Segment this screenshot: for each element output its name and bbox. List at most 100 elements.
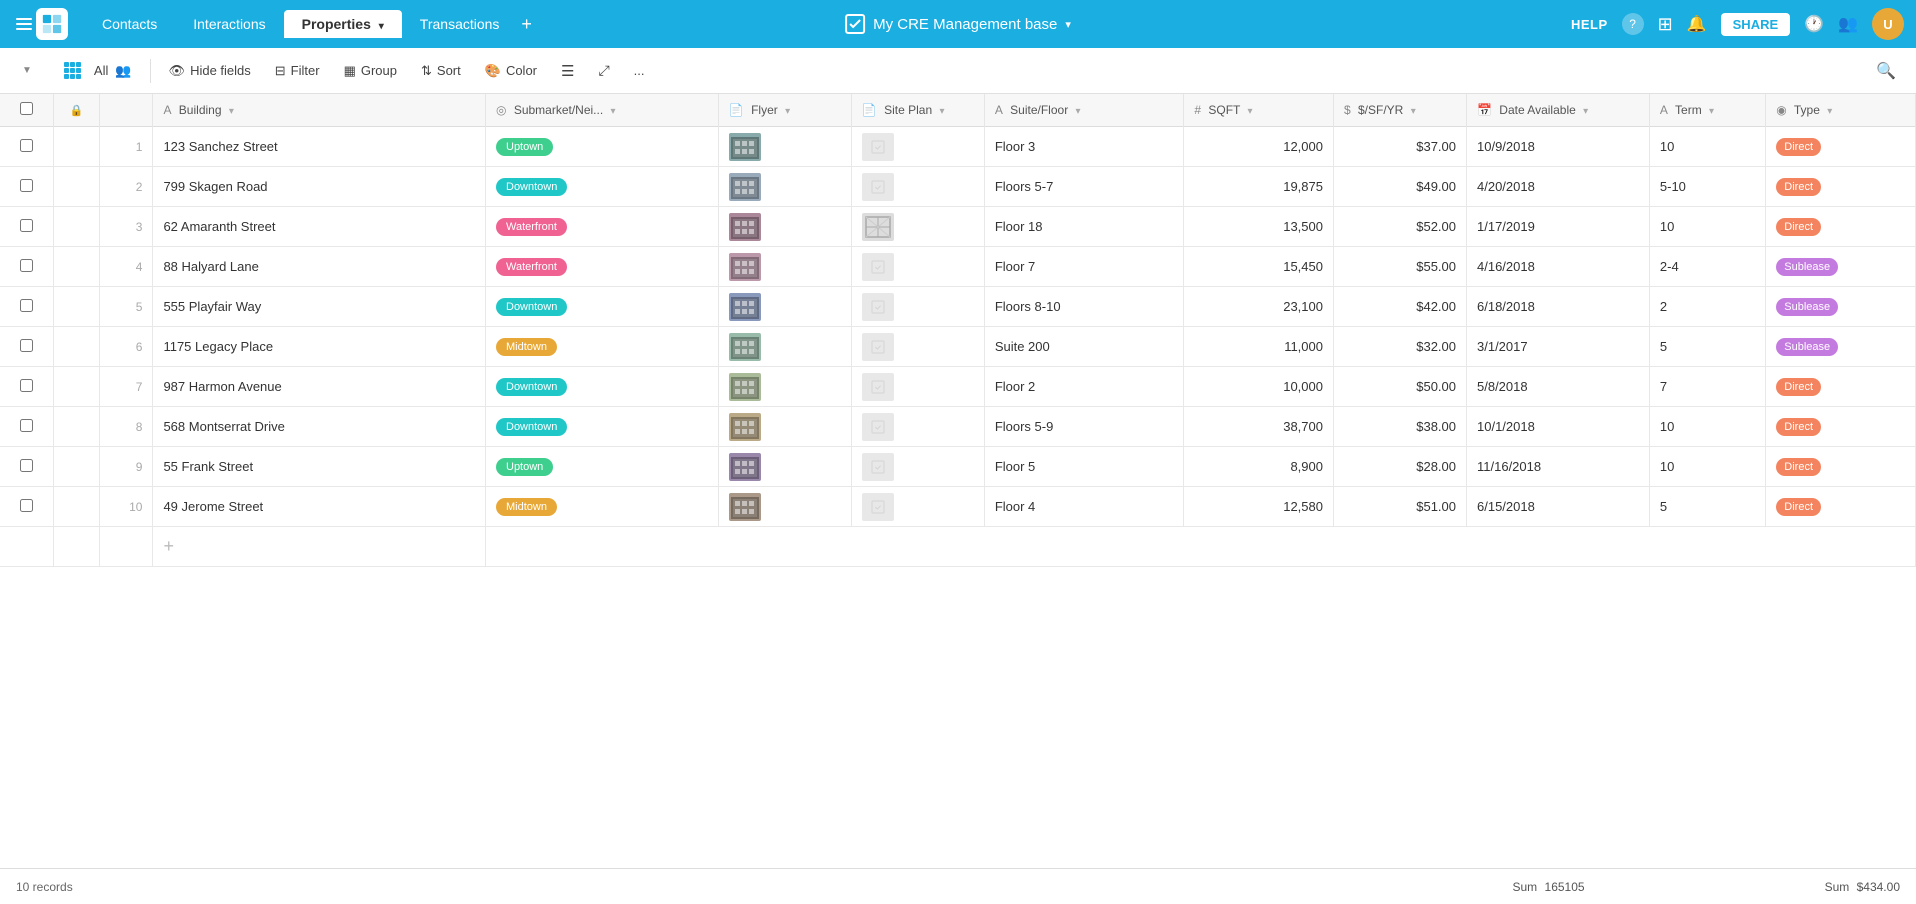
type-cell[interactable]: Sublease	[1766, 327, 1916, 367]
sqft-cell[interactable]: 12,580	[1184, 487, 1334, 527]
history-icon[interactable]: 🕐	[1804, 14, 1824, 34]
term-cell[interactable]: 10	[1649, 127, 1765, 167]
table-row[interactable]: 4 88 Halyard Lane Waterfront	[0, 247, 1916, 287]
suite-cell[interactable]: Floor 18	[984, 207, 1184, 247]
date-cell[interactable]: 6/18/2018	[1467, 287, 1650, 327]
row-checkbox-cell[interactable]	[0, 127, 53, 167]
date-cell[interactable]: 4/20/2018	[1467, 167, 1650, 207]
submarket-cell[interactable]: Midtown	[486, 327, 719, 367]
share-button[interactable]: SHARE	[1721, 13, 1791, 36]
sqft-cell[interactable]: 10,000	[1184, 367, 1334, 407]
flyer-cell[interactable]	[718, 167, 851, 207]
building-cell[interactable]: 1175 Legacy Place	[153, 327, 486, 367]
sqft-cell[interactable]: 23,100	[1184, 287, 1334, 327]
submarket-cell[interactable]: Midtown	[486, 487, 719, 527]
row-checkbox-cell[interactable]	[0, 367, 53, 407]
sqft-header[interactable]: # SQFT ▾	[1184, 94, 1334, 127]
flyer-cell[interactable]	[718, 407, 851, 447]
flyer-cell[interactable]	[718, 447, 851, 487]
table-row[interactable]: 5 555 Playfair Way Downtown	[0, 287, 1916, 327]
date-cell[interactable]: 4/16/2018	[1467, 247, 1650, 287]
siteplan-cell[interactable]	[851, 207, 984, 247]
suite-cell[interactable]: Floors 8-10	[984, 287, 1184, 327]
row-checkbox-cell[interactable]	[0, 167, 53, 207]
term-cell[interactable]: 7	[1649, 367, 1765, 407]
type-cell[interactable]: Direct	[1766, 407, 1916, 447]
price-cell[interactable]: $42.00	[1333, 287, 1466, 327]
flyer-cell[interactable]	[718, 327, 851, 367]
submarket-cell[interactable]: Uptown	[486, 447, 719, 487]
siteplan-cell[interactable]	[851, 487, 984, 527]
select-all-checkbox[interactable]	[20, 102, 33, 115]
building-cell[interactable]: 55 Frank Street	[153, 447, 486, 487]
tab-contacts[interactable]: Contacts	[84, 10, 175, 38]
date-cell[interactable]: 10/9/2018	[1467, 127, 1650, 167]
building-cell[interactable]: 568 Montserrat Drive	[153, 407, 486, 447]
term-cell[interactable]: 2	[1649, 287, 1765, 327]
row-checkbox[interactable]	[20, 139, 33, 152]
building-cell[interactable]: 49 Jerome Street	[153, 487, 486, 527]
row-checkbox[interactable]	[20, 299, 33, 312]
sqft-cell[interactable]: 19,875	[1184, 167, 1334, 207]
suite-cell[interactable]: Floor 5	[984, 447, 1184, 487]
building-cell[interactable]: 987 Harmon Avenue	[153, 367, 486, 407]
sqft-cell[interactable]: 38,700	[1184, 407, 1334, 447]
price-cell[interactable]: $51.00	[1333, 487, 1466, 527]
type-cell[interactable]: Direct	[1766, 447, 1916, 487]
submarket-cell[interactable]: Downtown	[486, 367, 719, 407]
term-cell[interactable]: 10	[1649, 407, 1765, 447]
sqft-cell[interactable]: 8,900	[1184, 447, 1334, 487]
table-row[interactable]: 8 568 Montserrat Drive Downtown	[0, 407, 1916, 447]
row-checkbox-cell[interactable]	[0, 287, 53, 327]
date-cell[interactable]: 10/1/2018	[1467, 407, 1650, 447]
row-checkbox-cell[interactable]	[0, 327, 53, 367]
siteplan-cell[interactable]	[851, 287, 984, 327]
row-checkbox[interactable]	[20, 259, 33, 272]
tab-transactions[interactable]: Transactions	[402, 10, 518, 38]
add-row-button[interactable]: +	[153, 527, 486, 567]
term-cell[interactable]: 2-4	[1649, 247, 1765, 287]
notifications-icon[interactable]: 🔔	[1687, 14, 1707, 34]
table-row[interactable]: 3 62 Amaranth Street Waterfront	[0, 207, 1916, 247]
building-cell[interactable]: 88 Halyard Lane	[153, 247, 486, 287]
date-cell[interactable]: 6/15/2018	[1467, 487, 1650, 527]
sqft-cell[interactable]: 15,450	[1184, 247, 1334, 287]
price-cell[interactable]: $38.00	[1333, 407, 1466, 447]
price-cell[interactable]: $50.00	[1333, 367, 1466, 407]
row-checkbox[interactable]	[20, 219, 33, 232]
more-button[interactable]: ...	[624, 58, 655, 83]
term-cell[interactable]: 10	[1649, 447, 1765, 487]
suite-cell[interactable]: Floor 2	[984, 367, 1184, 407]
type-cell[interactable]: Direct	[1766, 167, 1916, 207]
flyer-header[interactable]: 📄 Flyer ▾	[718, 94, 851, 127]
group-button[interactable]: ▦ Group	[334, 58, 407, 84]
row-checkbox[interactable]	[20, 339, 33, 352]
term-cell[interactable]: 5	[1649, 327, 1765, 367]
avatar[interactable]: U	[1872, 8, 1904, 40]
row-checkbox[interactable]	[20, 419, 33, 432]
type-header[interactable]: ◉ Type ▾	[1766, 94, 1916, 127]
siteplan-cell[interactable]	[851, 327, 984, 367]
submarket-cell[interactable]: Downtown	[486, 287, 719, 327]
price-cell[interactable]: $28.00	[1333, 447, 1466, 487]
date-cell[interactable]: 5/8/2018	[1467, 367, 1650, 407]
suite-cell[interactable]: Floor 7	[984, 247, 1184, 287]
row-checkbox[interactable]	[20, 179, 33, 192]
price-cell[interactable]: $55.00	[1333, 247, 1466, 287]
flyer-cell[interactable]	[718, 247, 851, 287]
table-row[interactable]: 9 55 Frank Street Uptown Flo	[0, 447, 1916, 487]
row-height-button[interactable]: ☰	[551, 57, 584, 85]
users-icon[interactable]: 👥	[1838, 14, 1858, 34]
row-checkbox-cell[interactable]	[0, 407, 53, 447]
row-checkbox-cell[interactable]	[0, 447, 53, 487]
type-cell[interactable]: Sublease	[1766, 247, 1916, 287]
suite-cell[interactable]: Floors 5-9	[984, 407, 1184, 447]
type-cell[interactable]: Sublease	[1766, 287, 1916, 327]
table-row[interactable]: 2 799 Skagen Road Downtown F	[0, 167, 1916, 207]
sqft-cell[interactable]: 13,500	[1184, 207, 1334, 247]
table-row[interactable]: 7 987 Harmon Avenue Downtown	[0, 367, 1916, 407]
term-header[interactable]: A Term ▾	[1649, 94, 1765, 127]
row-checkbox-cell[interactable]	[0, 207, 53, 247]
grid-view-button[interactable]: All 👥	[46, 53, 142, 88]
row-checkbox[interactable]	[20, 459, 33, 472]
